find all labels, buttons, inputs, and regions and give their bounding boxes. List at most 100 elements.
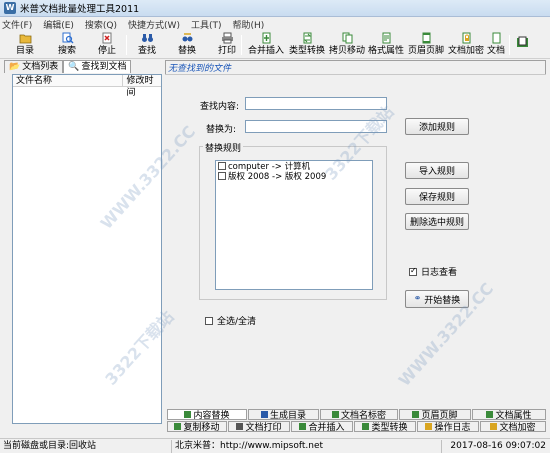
toolbar-type-convert-button[interactable]: 类型转换 (289, 32, 325, 58)
toolbar-separator (509, 35, 510, 55)
left-tab-strip: 📂 文档列表 🔍 查找到文档 (4, 60, 162, 73)
toolbar-search-button[interactable]: 搜索 (58, 32, 76, 58)
tab-doc-name-label[interactable]: 文档名标密 (320, 409, 398, 421)
toc-icon (260, 411, 268, 418)
doc-icon (490, 32, 503, 44)
start-replace-button[interactable]: ⚭ 开始替换 (405, 290, 469, 308)
replace-icon (184, 411, 192, 418)
tab-merge-insert[interactable]: 合并插入 (291, 421, 353, 433)
tab-doc-print[interactable]: 文档打印 (228, 421, 290, 433)
import-rule-button[interactable]: 导入规则 (405, 162, 469, 179)
add-rule-button[interactable]: 添加规则 (405, 118, 469, 135)
toolbar: 目录 搜索 停止 查找 替换 打印 合并插入 类型转换 拷贝移动 格式属性 页眉… (0, 31, 550, 59)
menu-tools[interactable]: 工具(T) (191, 18, 222, 31)
select-all-checkbox[interactable] (205, 316, 213, 325)
toolbar-directory-button[interactable]: 目录 (16, 32, 34, 58)
print-icon (221, 32, 234, 44)
toolbar-doc-button[interactable]: 文档 (487, 32, 505, 58)
log-icon (425, 423, 433, 430)
toolbar-print-button[interactable]: 打印 (218, 32, 236, 58)
toolbar-replace-button[interactable]: 替换 (178, 32, 196, 58)
menu-shortcuts[interactable]: 快捷方式(W) (128, 18, 180, 31)
rules-group-title: 替换规则 (203, 141, 244, 154)
tab-doc-encrypt[interactable]: 文档加密 (480, 421, 546, 433)
app-logo-icon: W (4, 2, 16, 14)
find-input[interactable] (245, 97, 387, 110)
status-website: 北京米普：http://www.mipsoft.net (172, 439, 442, 453)
toolbar-copy-move-button[interactable]: 拷贝移动 (329, 32, 365, 58)
search-icon: 🔍 (68, 62, 80, 72)
tab-copy-move[interactable]: 复制移动 (167, 421, 227, 433)
search-doc-icon (61, 32, 74, 44)
header-footer-icon (412, 411, 420, 418)
save-rule-button[interactable]: 保存规则 (405, 188, 469, 205)
toolbar-find-button[interactable]: 查找 (138, 32, 156, 58)
copy-move-icon (341, 32, 354, 44)
tab-doc-list[interactable]: 📂 文档列表 (4, 60, 64, 73)
menu-help[interactable]: 帮助(H) (232, 18, 264, 31)
file-list[interactable]: 文件名称 修改时间 (12, 74, 162, 424)
convert-icon (362, 423, 370, 430)
encrypt-icon (460, 32, 473, 44)
format-icon (380, 32, 393, 44)
toolbar-merge-insert-button[interactable]: 合并插入 (248, 32, 284, 58)
status-datetime: 2017-08-16 09:07:02 (450, 440, 546, 451)
merge-icon (260, 32, 273, 44)
panel-header: 无查找到的文件 (168, 64, 232, 74)
header-footer-icon (420, 32, 433, 44)
tab-generate-toc[interactable]: 生成目录 (248, 409, 319, 421)
folder-open-icon: 📂 (9, 62, 21, 72)
tab-content-replace[interactable]: 内容替换 (167, 409, 247, 421)
copy-move-icon (174, 423, 182, 430)
toolbar-stop-button[interactable]: 停止 (98, 32, 116, 58)
replace-label: 替换为: (206, 125, 237, 135)
replace-input[interactable] (245, 120, 387, 133)
toolbar-separator (126, 35, 127, 55)
binoculars-icon (141, 32, 154, 44)
convert-icon (301, 32, 314, 44)
binoculars-icon: ⚭ (413, 294, 422, 304)
toolbar-format-attr-button[interactable]: 格式属性 (368, 32, 404, 58)
column-file-name[interactable]: 文件名称 (13, 75, 124, 86)
title-bar: W 米普文档批量处理工具2011 (0, 0, 550, 17)
tab-doc-properties[interactable]: 文档属性 (472, 409, 546, 421)
log-view-label: 日志查看 (421, 268, 458, 278)
toolbar-separator (241, 35, 242, 55)
select-all-checkbox-row[interactable]: 全选/全清 (205, 314, 256, 327)
find-label: 查找内容: (200, 102, 240, 112)
menu-search[interactable]: 搜索(Q) (85, 18, 117, 31)
bottom-tab-strip: 内容替换 生成目录 文档名标密 页眉页脚 文档属性 复制移动 文档打印 合并插入… (165, 409, 546, 433)
column-modified-time[interactable]: 修改时间 (123, 75, 161, 98)
merge-icon (299, 423, 307, 430)
status-bar: 当前磁盘或目录:回收站 北京米普：http://www.mipsoft.net … (0, 438, 550, 453)
stop-icon (101, 32, 114, 44)
label-icon (331, 411, 339, 418)
log-view-checkbox-row[interactable]: 日志查看 (409, 265, 457, 278)
rule-checkbox[interactable] (218, 162, 226, 170)
toolbar-extra-button[interactable] (516, 36, 529, 62)
rule-checkbox[interactable] (218, 172, 226, 180)
book-icon (516, 36, 529, 48)
rules-list[interactable]: computer -> 计算机 版权 2008 -> 版权 2009 (215, 160, 373, 290)
properties-icon (486, 411, 494, 418)
encrypt-icon (490, 423, 498, 430)
window-title: 米普文档批量处理工具2011 (20, 4, 140, 15)
print-icon (236, 423, 244, 430)
tab-header-footer[interactable]: 页眉页脚 (399, 409, 471, 421)
replace-icon (181, 32, 194, 44)
tab-type-convert[interactable]: 类型转换 (354, 421, 416, 433)
select-all-label: 全选/全清 (217, 317, 257, 327)
menu-file[interactable]: 文件(F) (2, 18, 32, 31)
list-item[interactable]: 版权 2008 -> 版权 2009 (216, 171, 372, 182)
toolbar-header-footer-button[interactable]: 页眉页脚 (408, 32, 444, 58)
status-current-dir: 当前磁盘或目录:回收站 (0, 439, 172, 453)
menu-bar: 文件(F) 编辑(E) 搜索(Q) 快捷方式(W) 工具(T) 帮助(H) (0, 17, 550, 31)
log-view-checkbox[interactable] (409, 266, 417, 276)
folder-icon (19, 32, 32, 44)
tab-operation-log[interactable]: 操作日志 (417, 421, 479, 433)
menu-edit[interactable]: 编辑(E) (43, 18, 74, 31)
file-list-header: 文件名称 修改时间 (13, 75, 161, 98)
delete-rule-button[interactable]: 删除选中规则 (405, 213, 469, 230)
tab-found-docs[interactable]: 🔍 查找到文档 (63, 60, 132, 73)
toolbar-encrypt-button[interactable]: 文档加密 (448, 32, 484, 58)
